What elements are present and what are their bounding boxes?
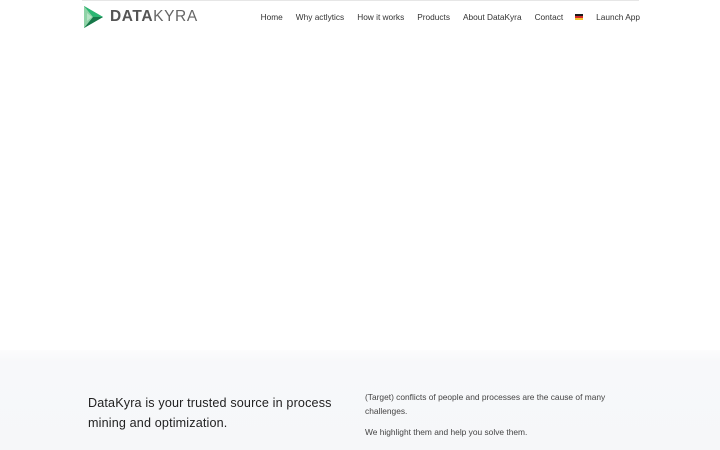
logo-wordmark-kyra: KYRA [153, 8, 198, 25]
main-nav: Home Why actlytics How it works Products… [261, 3, 640, 31]
intro-paragraph-2: We highlight them and help you solve the… [365, 427, 528, 437]
top-divider [82, 0, 639, 1]
page: DATAKYRA Home Why actlytics How it works… [0, 0, 720, 450]
intro-paragraph-1: (Target) conflicts of people and process… [365, 392, 606, 416]
nav-link-why-actlytics[interactable]: Why actlytics [296, 12, 344, 22]
logo-wordmark-data: DATA [110, 8, 154, 25]
intro-text: (Target) conflicts of people and process… [365, 390, 645, 439]
nav-link-home[interactable]: Home [261, 12, 283, 22]
site-header: DATAKYRA Home Why actlytics How it works… [82, 3, 640, 31]
intro-headline: DataKyra is your trusted source in proce… [88, 396, 332, 430]
logo-link[interactable]: DATAKYRA [82, 5, 198, 29]
nav-link-contact[interactable]: Contact [535, 12, 564, 22]
nav-link-products[interactable]: Products [417, 12, 450, 22]
flag-stripe-gold [575, 18, 584, 20]
launch-app-link[interactable]: Launch App [596, 12, 640, 22]
german-flag-icon[interactable] [575, 14, 584, 20]
datakyra-logo-icon [84, 6, 103, 28]
nav-link-how-it-works[interactable]: How it works [357, 12, 404, 22]
hero-area [0, 32, 720, 350]
nav-link-about-datakyra[interactable]: About DataKyra [463, 12, 522, 22]
logo-wordmark: DATAKYRA [110, 8, 198, 26]
